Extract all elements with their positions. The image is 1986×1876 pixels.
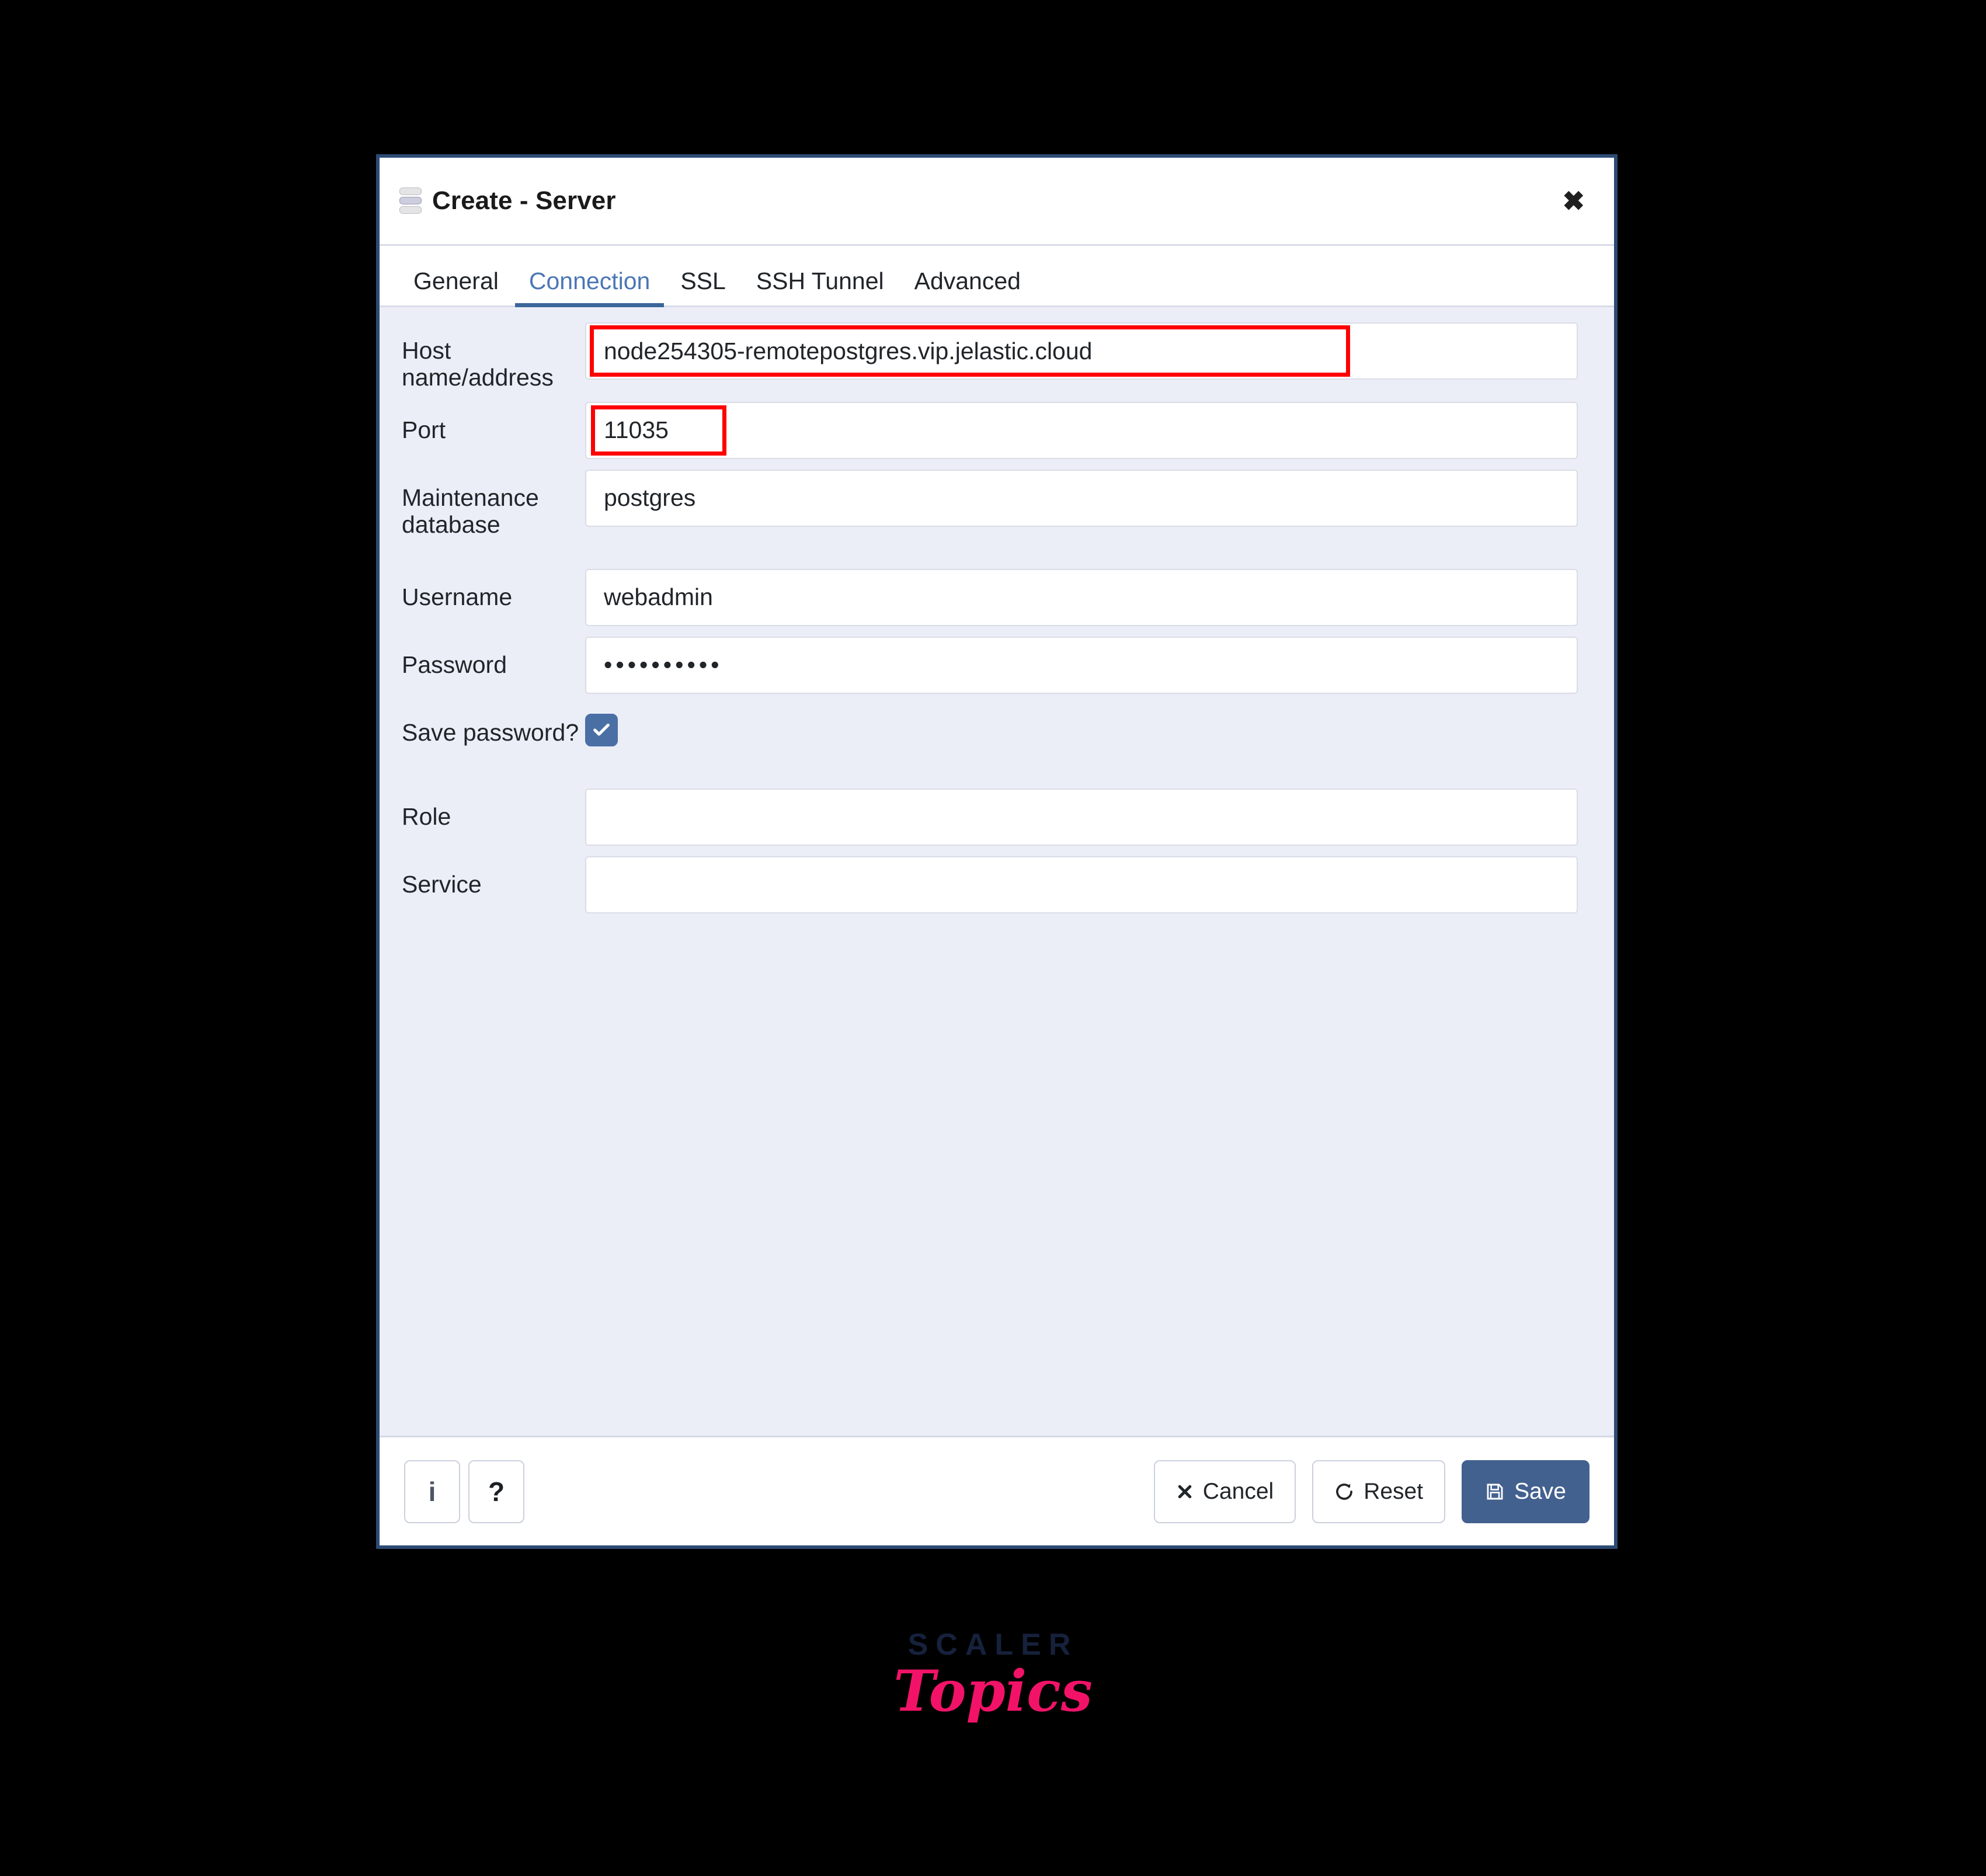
port-control <box>585 401 1578 459</box>
logo-scaler-text: SCALER <box>907 1628 1079 1662</box>
port-label: Port <box>402 416 446 443</box>
dialog-footer: i ? Cancel Reset Save <box>380 1436 1614 1545</box>
role-control <box>585 788 1578 846</box>
tab-ssh-tunnel[interactable]: SSH Tunnel <box>741 267 899 305</box>
host-input[interactable] <box>585 322 1578 380</box>
tab-advanced[interactable]: Advanced <box>899 267 1036 305</box>
create-server-dialog: Create - Server ✖ General Connection SSL… <box>377 155 1617 1548</box>
dialog-title-group: Create - Server <box>399 186 616 216</box>
field-row-save-password: Save password? <box>380 704 1614 762</box>
save-button[interactable]: Save <box>1462 1460 1590 1523</box>
password-label: Password <box>402 651 507 678</box>
maintenance-database-label: Maintenance database <box>402 484 539 538</box>
field-row-maintenance-database: Maintenance database <box>380 469 1614 539</box>
tab-general[interactable]: General <box>398 267 514 305</box>
help-icon[interactable]: ? <box>468 1460 524 1523</box>
refresh-icon <box>1334 1482 1354 1502</box>
maintenance-database-input[interactable] <box>585 469 1578 527</box>
field-row-role: Role <box>380 788 1614 846</box>
x-icon <box>1176 1483 1194 1500</box>
field-row-password: Password <box>380 636 1614 694</box>
scaler-topics-logo: SCALER Topics <box>0 1630 1986 1719</box>
service-label: Service <box>402 870 482 898</box>
field-row-port: Port <box>380 401 1614 459</box>
dialog-tabs: General Connection SSL SSH Tunnel Advanc… <box>380 246 1614 307</box>
save-password-checkbox[interactable] <box>585 713 618 746</box>
tab-connection[interactable]: Connection <box>514 267 665 307</box>
field-row-service: Service <box>380 856 1614 913</box>
info-icon[interactable]: i <box>404 1460 460 1523</box>
host-control <box>585 322 1578 380</box>
dialog-titlebar: Create - Server ✖ <box>380 158 1614 244</box>
service-control <box>585 856 1578 913</box>
save-password-control <box>585 704 1578 762</box>
floppy-disk-icon <box>1485 1482 1505 1502</box>
field-row-username: Username <box>380 568 1614 626</box>
host-label: Host name/address <box>402 337 554 391</box>
cancel-button[interactable]: Cancel <box>1153 1460 1296 1523</box>
reset-button-label: Reset <box>1364 1479 1424 1504</box>
screenshot-canvas: Create - Server ✖ General Connection SSL… <box>0 0 1986 1876</box>
username-label: Username <box>402 583 513 610</box>
dialog-title: Create - Server <box>432 186 616 215</box>
checkmark-icon <box>593 723 610 736</box>
service-input[interactable] <box>585 856 1578 913</box>
role-label: Role <box>402 802 451 830</box>
password-control <box>585 636 1578 694</box>
save-password-label: Save password? <box>402 718 579 746</box>
field-row-host: Host name/address <box>380 322 1614 391</box>
port-input[interactable] <box>585 401 1578 459</box>
close-icon[interactable]: ✖ <box>1557 185 1590 217</box>
username-control <box>585 568 1578 626</box>
maintenance-database-control <box>585 469 1578 527</box>
password-input[interactable] <box>585 636 1578 694</box>
database-icon <box>399 187 422 214</box>
role-input[interactable] <box>585 788 1578 846</box>
logo-topics-text: Topics <box>893 1658 1093 1724</box>
tab-ssl[interactable]: SSL <box>665 267 741 305</box>
save-button-label: Save <box>1514 1479 1566 1504</box>
cancel-button-label: Cancel <box>1202 1479 1274 1504</box>
reset-button[interactable]: Reset <box>1312 1460 1446 1523</box>
connection-form: Host name/address Port Maintenance datab… <box>380 307 1614 1436</box>
username-input[interactable] <box>585 568 1578 626</box>
